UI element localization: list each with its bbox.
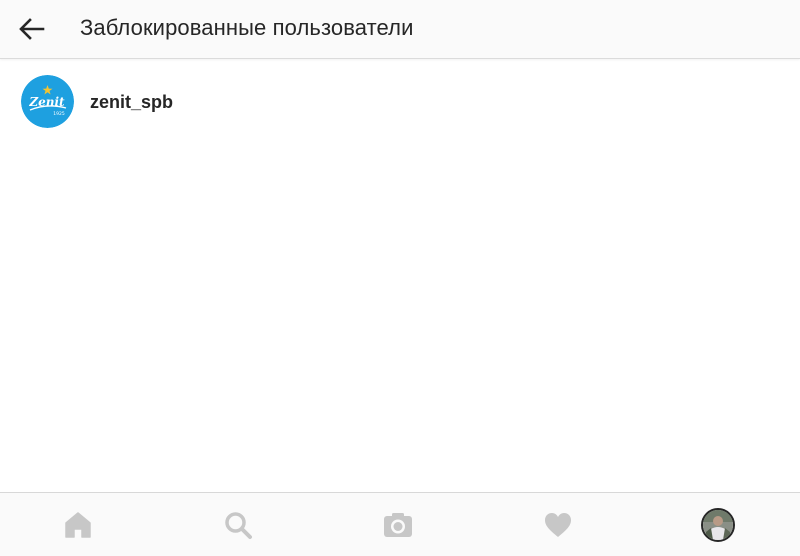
camera-icon <box>384 513 412 537</box>
nav-profile-button[interactable] <box>700 507 736 543</box>
header-bar: Заблокированные пользователи <box>0 0 800 59</box>
zenit-logo-icon: Zenit 1925 <box>21 75 74 128</box>
svg-text:1925: 1925 <box>53 111 65 117</box>
nav-home-button[interactable] <box>60 507 96 543</box>
nav-camera-button[interactable] <box>380 507 416 543</box>
arrow-left-icon <box>19 18 45 40</box>
back-button[interactable] <box>14 11 50 47</box>
profile-photo-icon <box>703 510 733 540</box>
bottom-nav <box>0 492 800 556</box>
page-title: Заблокированные пользователи <box>80 15 414 40</box>
profile-avatar <box>701 508 735 542</box>
blocked-users-list: Zenit 1925 zenit_spb <box>0 59 800 145</box>
username[interactable]: zenit_spb <box>90 91 173 113</box>
avatar[interactable]: Zenit 1925 <box>21 75 74 128</box>
app-window: Заблокированные пользователи Zenit 1925 … <box>0 0 800 556</box>
home-icon <box>65 512 91 538</box>
nav-activity-button[interactable] <box>540 507 576 543</box>
list-item[interactable]: Zenit 1925 zenit_spb <box>0 59 800 145</box>
search-icon <box>225 512 252 539</box>
heart-icon <box>545 513 571 537</box>
nav-search-button[interactable] <box>220 507 256 543</box>
